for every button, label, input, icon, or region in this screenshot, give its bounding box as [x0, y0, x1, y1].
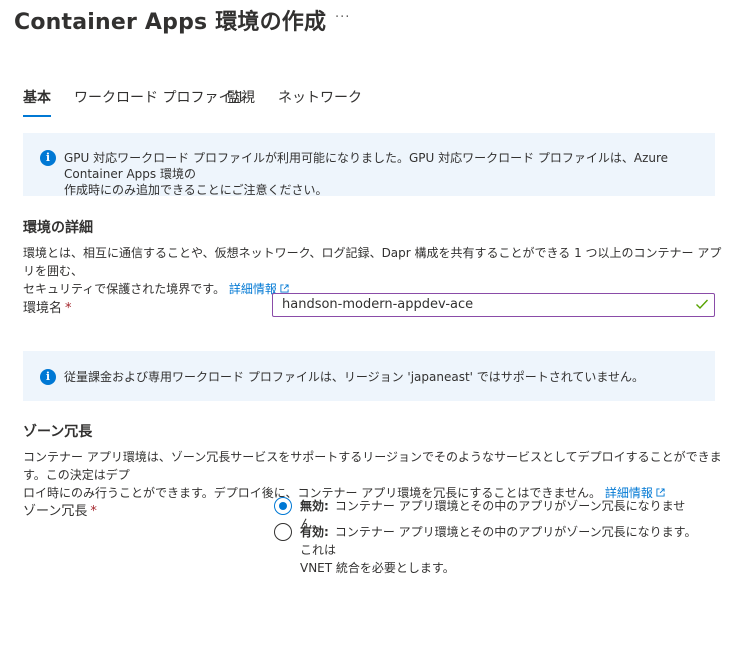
zone-enabled-radio[interactable] — [274, 523, 292, 541]
required-marker: * — [65, 301, 72, 316]
tab-networking[interactable]: ネットワーク — [278, 87, 362, 115]
zone-disabled-title: 無効: — [300, 499, 329, 513]
tab-workload-profiles[interactable]: ワークロード プロファイル — [74, 87, 246, 115]
environment-name-field[interactable] — [272, 293, 715, 317]
environment-desc-line2: セキュリティで保護された境界です。 — [23, 282, 226, 296]
external-link-icon — [280, 284, 289, 293]
external-link-icon — [656, 488, 665, 497]
gpu-info-text-line1: GPU 対応ワークロード プロファイルが利用可能になりました。GPU 対応ワーク… — [64, 151, 669, 181]
environment-details-description: 環境とは、相互に通信することや、仮想ネットワーク、ログ記録、Dapr 構成を共有… — [23, 244, 731, 298]
zone-redundancy-label-text: ゾーン冗長 — [23, 504, 88, 519]
environment-details-heading: 環境の詳細 — [23, 220, 93, 236]
info-icon: i — [40, 150, 56, 166]
zone-redundancy-description: コンテナー アプリ環境は、ゾーン冗長サービスをサポートするリージョンでそのような… — [23, 448, 731, 502]
zone-disabled-radio[interactable] — [274, 497, 292, 515]
environment-name-input[interactable] — [282, 297, 682, 312]
region-info-text: 従量課金および専用ワークロード プロファイルは、リージョン 'japaneast… — [64, 370, 645, 384]
zone-redundancy-label: ゾーン冗長 * — [23, 500, 97, 519]
zone-enabled-text-line2: VNET 統合を必要とします。 — [300, 561, 455, 575]
tab-monitoring[interactable]: 監視 — [227, 87, 255, 115]
zone-enabled-option[interactable]: 有効: コンテナー アプリ環境とその中のアプリがゾーン冗長になります。これは VN… — [300, 523, 705, 577]
info-icon: i — [40, 369, 56, 385]
environment-desc-line1: 環境とは、相互に通信することや、仮想ネットワーク、ログ記録、Dapr 構成を共有… — [23, 246, 722, 278]
gpu-info-text-line2: 作成時にのみ追加できることにご注意ください。 — [64, 183, 328, 197]
more-options-button[interactable]: ··· — [335, 10, 350, 25]
gpu-info-banner: i GPU 対応ワークロード プロファイルが利用可能になりました。GPU 対応ワ… — [23, 133, 715, 197]
page-title: Container Apps 環境の作成 — [14, 10, 327, 35]
zone-enabled-title: 有効: — [300, 525, 329, 539]
zone-desc-line1: コンテナー アプリ環境は、ゾーン冗長サービスをサポートするリージョンでそのような… — [23, 450, 722, 482]
environment-name-label: 環境名 * — [23, 297, 72, 316]
region-info-banner: i 従量課金および専用ワークロード プロファイルは、リージョン 'japanea… — [23, 351, 715, 401]
zone-redundancy-heading: ゾーン冗長 — [23, 424, 93, 440]
environment-name-label-text: 環境名 — [23, 301, 63, 316]
required-marker: * — [90, 504, 97, 519]
zone-enabled-text-line1: コンテナー アプリ環境とその中のアプリがゾーン冗長になります。これは — [300, 525, 697, 557]
checkmark-icon — [696, 299, 709, 310]
environment-learn-more-label: 詳細情報 — [228, 282, 277, 296]
tab-basics[interactable]: 基本 — [23, 87, 51, 117]
